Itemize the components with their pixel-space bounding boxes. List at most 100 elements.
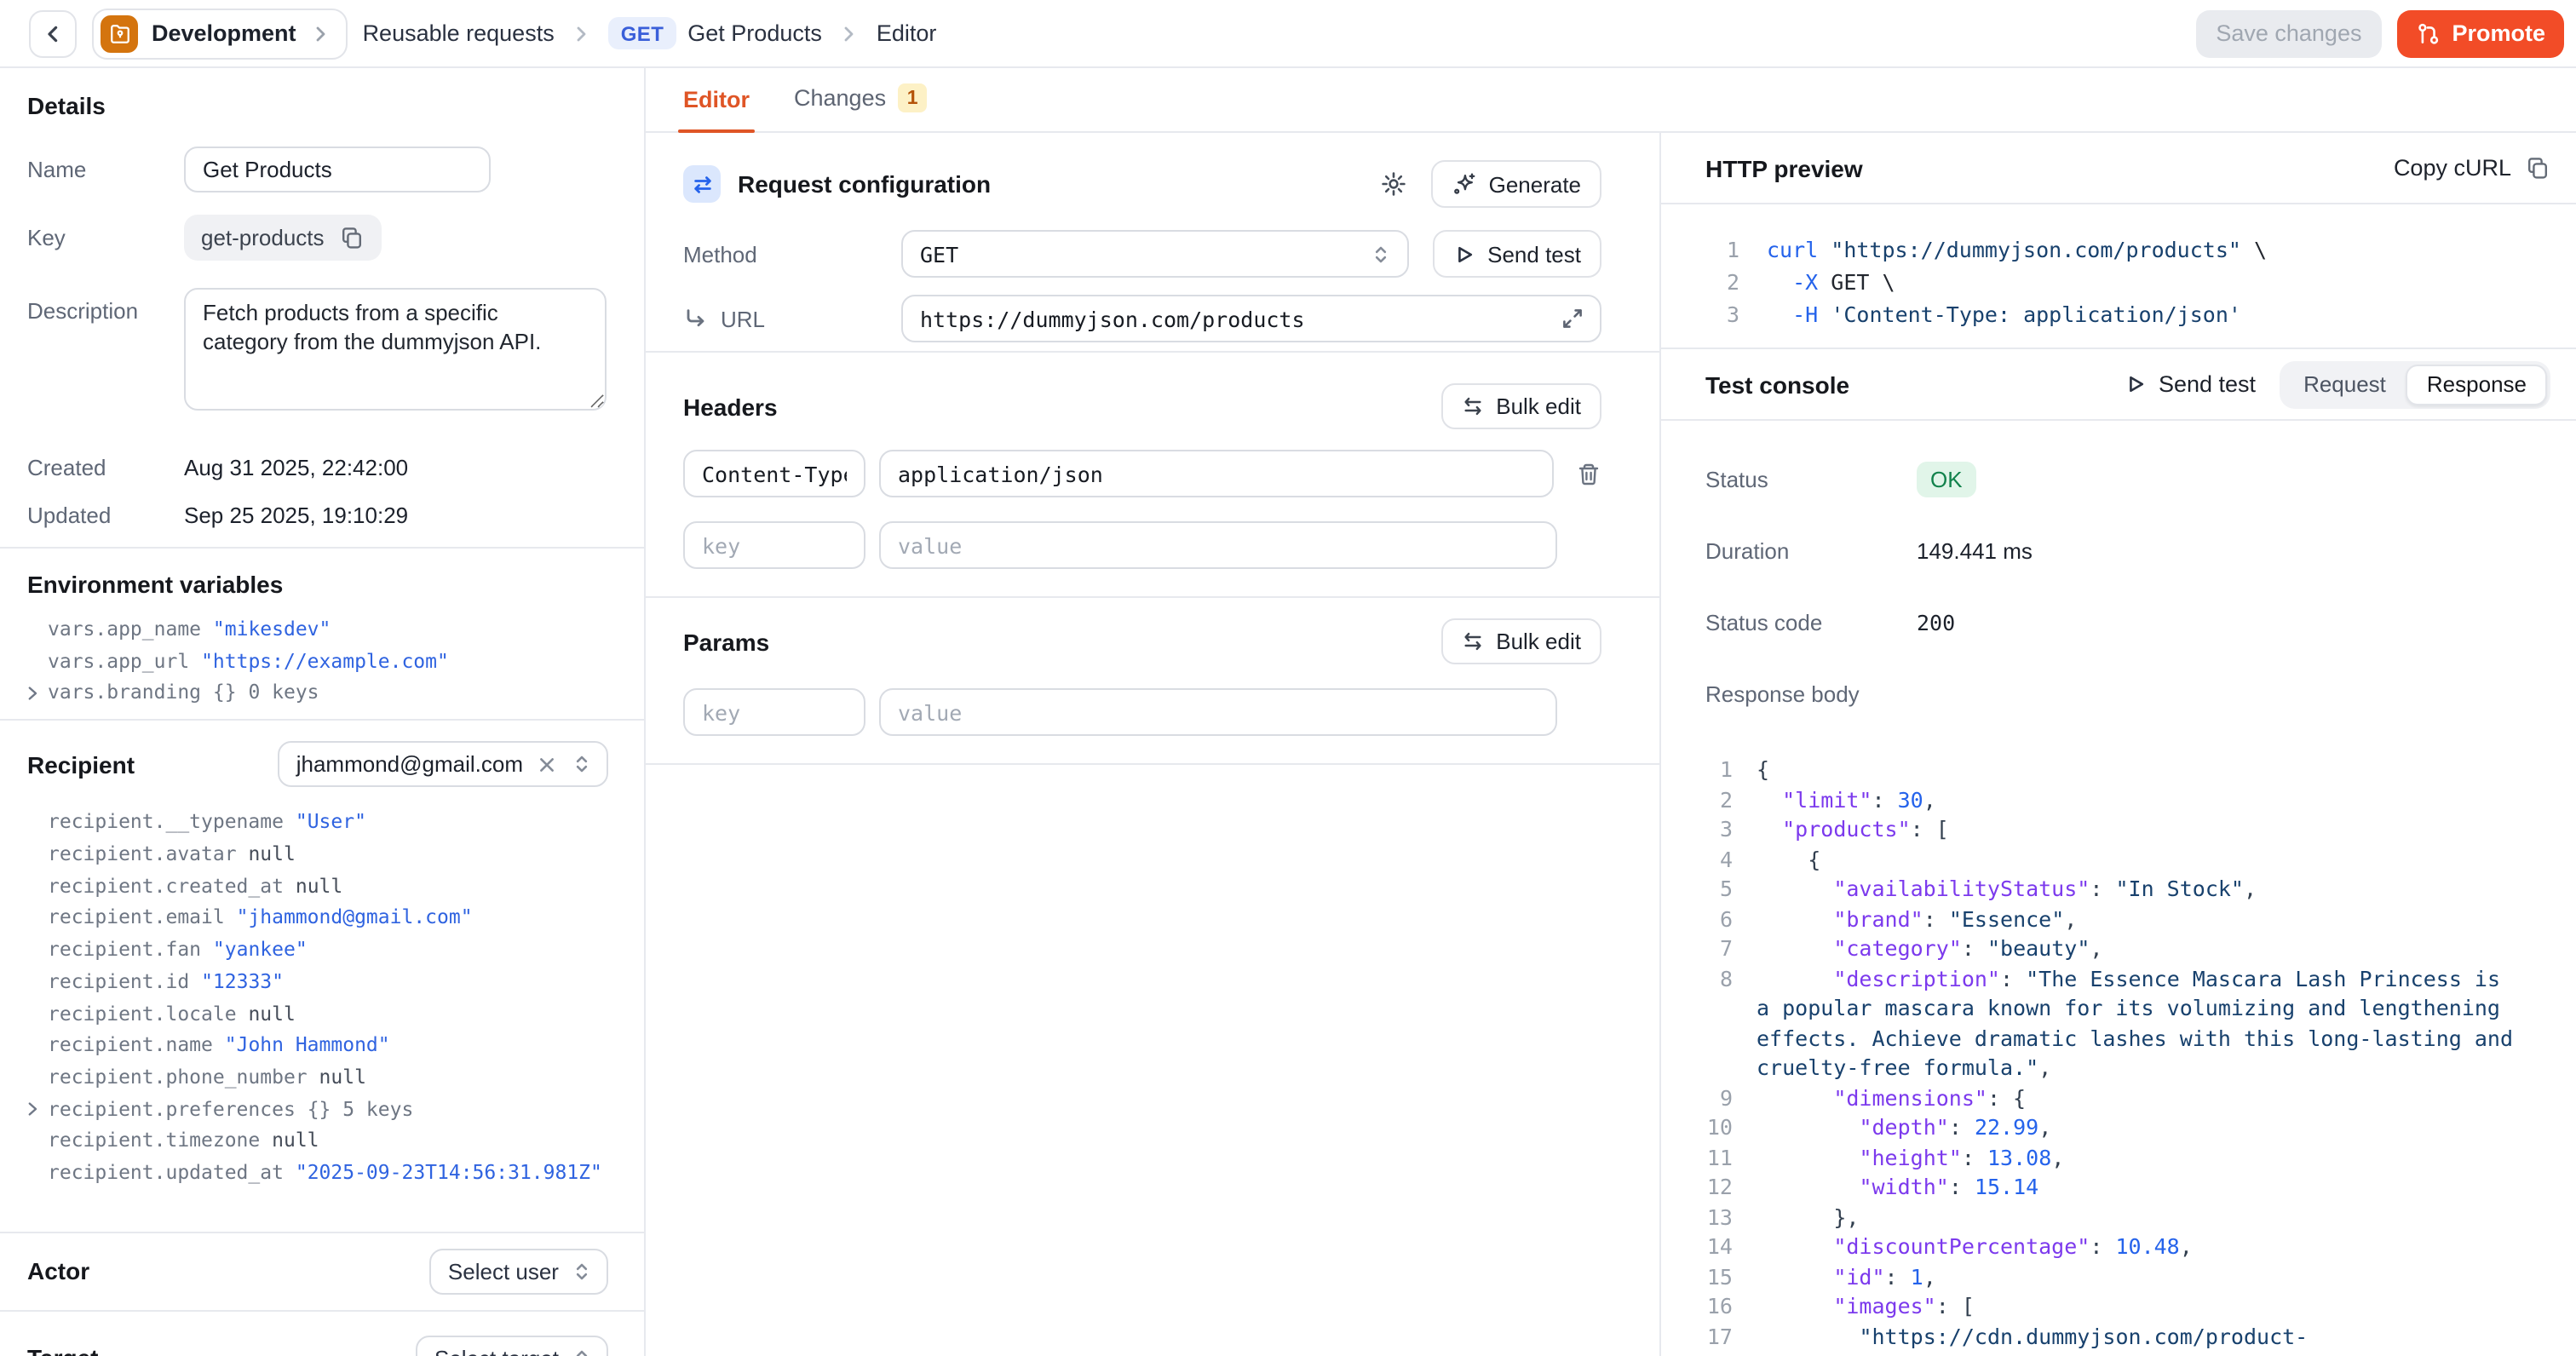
- environment-variable-list: vars.app_name "mikesdev"vars.app_url "ht…: [27, 618, 608, 704]
- url-label: URL: [721, 306, 765, 331]
- variable-key: vars.app_url: [48, 648, 189, 672]
- description-textarea[interactable]: Fetch products from a specific category …: [184, 288, 607, 411]
- copy-icon[interactable]: [340, 225, 365, 250]
- target-select[interactable]: Select target: [416, 1336, 608, 1356]
- variable-row: recipient.avatar null: [27, 843, 608, 865]
- chevron-up-down-icon: [571, 1261, 593, 1283]
- expand-chevron-icon[interactable]: [24, 1100, 41, 1118]
- chevron-up-down-icon: [571, 754, 593, 776]
- git-pull-request-icon: [2416, 21, 2440, 45]
- chevron-up-down-icon: [571, 1347, 593, 1356]
- actor-select[interactable]: Select user: [429, 1249, 608, 1295]
- url-row: URL: [683, 295, 1601, 342]
- console-send-test-label: Send test: [2159, 371, 2256, 397]
- expand-icon[interactable]: [1561, 307, 1584, 330]
- delete-header-button[interactable]: [1576, 461, 1601, 486]
- variable-key: recipient.email: [48, 905, 225, 929]
- editor-tab-bar: Editor Changes 1: [646, 68, 2576, 133]
- gear-icon[interactable]: [1380, 170, 1407, 198]
- recipient-selected-value: jhammond@gmail.com: [296, 752, 523, 778]
- created-row: Created Aug 31 2025, 22:42:00: [27, 455, 608, 480]
- tab-editor[interactable]: Editor: [683, 87, 750, 131]
- line-number: 11: [1692, 1142, 1733, 1172]
- generate-button[interactable]: Generate: [1431, 160, 1601, 208]
- expand-chevron-icon[interactable]: [24, 685, 41, 702]
- send-test-button[interactable]: Send test: [1433, 230, 1601, 278]
- folder-key-icon: [101, 14, 138, 52]
- code-line: 1curl "https://dummyjson.com/products" \: [1705, 233, 2576, 266]
- variable-value: null: [248, 842, 295, 865]
- line-number: 1: [1705, 233, 1739, 266]
- tab-changes[interactable]: Changes 1: [794, 83, 927, 131]
- line-number: 15: [1692, 1261, 1733, 1291]
- toggle-response[interactable]: Response: [2406, 364, 2547, 405]
- back-button[interactable]: [29, 9, 77, 57]
- status-label: Status: [1705, 466, 1917, 491]
- params-bulk-edit-button[interactable]: Bulk edit: [1441, 618, 1601, 664]
- variable-value: "2025-09-23T14:56:31.981Z": [296, 1160, 602, 1184]
- code-line: 10 "depth": 22.99,: [1692, 1112, 2576, 1142]
- bulk-edit-icon: [1462, 630, 1484, 652]
- breadcrumb-request[interactable]: GET Get Products: [609, 17, 822, 49]
- created-label: Created: [27, 455, 184, 480]
- promote-label: Promote: [2452, 20, 2545, 46]
- name-label: Name: [27, 147, 184, 182]
- variable-value: {} 0 keys: [213, 681, 319, 704]
- console-send-test-button[interactable]: Send test: [2125, 371, 2256, 397]
- toggle-request[interactable]: Request: [2283, 364, 2406, 405]
- status-code-label: Status code: [1705, 609, 1917, 635]
- save-changes-button[interactable]: Save changes: [2195, 9, 2382, 57]
- top-bar: Development Reusable requests GET Get Pr…: [0, 0, 2576, 68]
- recipient-select[interactable]: jhammond@gmail.com: [278, 742, 608, 788]
- promote-button[interactable]: Promote: [2397, 9, 2564, 57]
- updated-row: Updated Sep 25 2025, 19:10:29: [27, 503, 608, 528]
- actor-header-row: Actor Select user: [27, 1249, 608, 1295]
- breadcrumb-requests[interactable]: Reusable requests: [363, 20, 555, 46]
- param-value-input[interactable]: [879, 688, 1557, 736]
- headers-bulk-edit-button[interactable]: Bulk edit: [1441, 383, 1601, 429]
- key-label: Key: [27, 225, 184, 250]
- variable-row: recipient.timezone null: [27, 1130, 608, 1152]
- chevron-left-icon: [41, 21, 65, 45]
- params-header-row: Params Bulk edit: [683, 618, 1601, 664]
- code-line: 9 "dimensions": {: [1692, 1083, 2576, 1112]
- target-heading: Target: [27, 1345, 99, 1356]
- description-field-row: Description Fetch products from a specif…: [27, 288, 608, 411]
- breadcrumb-editor: Editor: [877, 20, 937, 46]
- variable-key: recipient.updated_at: [48, 1160, 284, 1184]
- variable-value: null: [296, 874, 342, 898]
- copy-curl-button[interactable]: Copy cURL: [2394, 155, 2550, 181]
- variable-row: recipient.updated_at "2025-09-23T14:56:3…: [27, 1162, 608, 1184]
- variable-key: recipient.avatar: [48, 842, 237, 865]
- url-input[interactable]: [920, 306, 1547, 331]
- project-switcher[interactable]: Development: [92, 8, 348, 59]
- method-select[interactable]: GET: [901, 230, 1409, 278]
- key-value: get-products: [201, 225, 325, 250]
- variable-key: recipient.__typename: [48, 810, 284, 834]
- sparkle-icon: [1452, 171, 1477, 197]
- header-value-input-empty[interactable]: [879, 521, 1557, 569]
- clear-icon[interactable]: [537, 755, 557, 775]
- line-number: 2: [1705, 266, 1739, 298]
- header-key-input-empty[interactable]: [683, 521, 865, 569]
- target-header-row: Target Select target: [27, 1336, 608, 1356]
- code-line: 3 "products": [: [1692, 814, 2576, 844]
- bulk-edit-label: Bulk edit: [1496, 629, 1581, 654]
- line-number: 4: [1692, 844, 1733, 874]
- variable-row: recipient.created_at null: [27, 876, 608, 898]
- name-input[interactable]: [184, 147, 491, 192]
- copy-icon: [2525, 155, 2550, 181]
- method-label: Method: [683, 241, 901, 267]
- header-value-input[interactable]: [879, 450, 1554, 497]
- duration-row: Duration 149.441 ms: [1705, 530, 2576, 571]
- send-test-label: Send test: [1487, 241, 1581, 267]
- headers-section: Headers Bulk edit: [646, 383, 1659, 598]
- variable-key: recipient.created_at: [48, 874, 284, 898]
- header-key-input[interactable]: [683, 450, 865, 497]
- app-window: Development Reusable requests GET Get Pr…: [0, 0, 2576, 1356]
- code-line: 17 "https://cdn.dummyjson.com/product-im…: [1692, 1321, 2576, 1356]
- variable-key: recipient.timezone: [48, 1129, 260, 1152]
- variable-value: {} 5 keys: [308, 1096, 414, 1120]
- param-key-input[interactable]: [683, 688, 865, 736]
- code-line: 11 "height": 13.08,: [1692, 1142, 2576, 1172]
